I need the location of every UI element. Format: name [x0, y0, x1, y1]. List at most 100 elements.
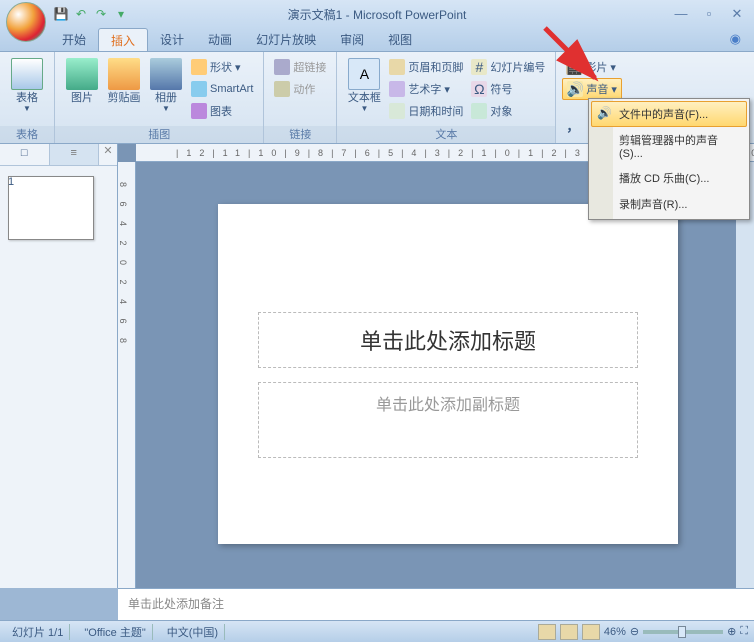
table-icon — [11, 58, 43, 90]
sound-from-file-label: 文件中的声音(F)... — [619, 109, 708, 121]
slidenum-icon: # — [471, 59, 487, 75]
status-right: 46% ⊖ ⊕ ⛶ — [538, 624, 748, 640]
shapes-icon — [191, 59, 207, 75]
hyperlink-button[interactable]: 超链接 — [270, 56, 330, 78]
wordart-button[interactable]: 艺术字 ▾ — [385, 78, 467, 100]
slide-canvas[interactable]: 单击此处添加标题 单击此处添加副标题 — [218, 204, 678, 544]
sound-dropdown: 🔊 文件中的声音(F)... 剪辑管理器中的声音(S)... 播放 CD 乐曲(C… — [588, 98, 750, 220]
symbol-icon: Ω — [471, 81, 487, 97]
redo-icon[interactable]: ↷ — [92, 5, 110, 23]
theme-name: "Office 主题" — [78, 624, 152, 640]
tab-insert[interactable]: 插入 — [98, 28, 148, 51]
title-placeholder[interactable]: 单击此处添加标题 — [258, 312, 638, 368]
picture-label: 图片 — [71, 92, 93, 104]
tab-view[interactable]: 视图 — [376, 28, 424, 51]
save-icon[interactable]: 💾 — [52, 5, 70, 23]
undo-icon[interactable]: ↶ — [72, 5, 90, 23]
textbox-label: 文本框 — [348, 92, 381, 104]
movie-button[interactable]: 🎬影片 ▾ — [562, 56, 622, 78]
symbol-label: 符号 — [490, 81, 512, 97]
sound-from-clipmanager[interactable]: 剪辑管理器中的声音(S)... — [591, 127, 747, 165]
chart-icon — [191, 103, 207, 119]
clipart-label: 剪贴画 — [108, 92, 141, 104]
close-pane-icon[interactable]: ✕ — [99, 144, 117, 165]
header-label: 页眉和页脚 — [408, 59, 463, 75]
smartart-button[interactable]: SmartArt — [187, 78, 257, 100]
chart-button[interactable]: 图表 — [187, 100, 257, 122]
fit-window-icon[interactable]: ⛶ — [740, 625, 748, 638]
minimize-button[interactable]: — — [670, 6, 692, 22]
album-label: 相册 — [155, 92, 177, 104]
object-button[interactable]: 对象 — [467, 100, 549, 122]
sound-from-file[interactable]: 🔊 文件中的声音(F)... — [591, 101, 747, 127]
normal-view-button[interactable] — [538, 624, 556, 640]
object-label: 对象 — [490, 103, 512, 119]
zoom-level[interactable]: 46% — [604, 626, 626, 638]
album-icon — [150, 58, 182, 90]
table-label: 表格 — [16, 92, 38, 104]
symbol-button[interactable]: Ω符号 — [467, 78, 549, 100]
record-sound[interactable]: 录制声音(R)... — [591, 191, 747, 217]
slidenumber-button[interactable]: #幻灯片编号 — [467, 56, 549, 78]
slideshow-view-button[interactable] — [582, 624, 600, 640]
wordart-label: 艺术字 — [408, 81, 441, 97]
textbox-button[interactable]: A文本框▼ — [343, 56, 385, 115]
wordart-icon — [389, 81, 405, 97]
help-icon[interactable]: ◉ — [727, 28, 744, 51]
datetime-button[interactable]: 日期和时间 — [385, 100, 467, 122]
thumbnail-1[interactable]: 1 — [8, 176, 109, 240]
sound-icon: 🔊 — [567, 81, 583, 97]
slidenum-label: 幻灯片编号 — [490, 59, 545, 75]
tab-slideshow[interactable]: 幻灯片放映 — [244, 28, 328, 51]
smartart-label: SmartArt — [210, 83, 253, 95]
shapes-button[interactable]: 形状 ▾ — [187, 56, 257, 78]
tab-review[interactable]: 审阅 — [328, 28, 376, 51]
date-icon — [389, 103, 405, 119]
group-label-tables: 表格 — [0, 126, 54, 143]
zoom-out-icon[interactable]: ⊖ — [630, 625, 639, 638]
outline-tab[interactable]: ≡ — [50, 144, 100, 165]
record-label: 录制声音(R)... — [619, 199, 687, 211]
textbox-icon: A — [348, 58, 380, 90]
group-label-links: 链接 — [264, 126, 336, 143]
slides-tab[interactable]: □ — [0, 144, 50, 165]
group-text: A文本框▼ 页眉和页脚 艺术字 ▾ 日期和时间 #幻灯片编号 Ω符号 对象 文本 — [337, 52, 556, 143]
punct-comma[interactable]: ， — [566, 116, 579, 135]
date-label: 日期和时间 — [408, 103, 463, 119]
tab-design[interactable]: 设计 — [148, 28, 196, 51]
close-button[interactable]: ✕ — [726, 6, 748, 22]
vertical-scrollbar[interactable] — [736, 162, 754, 588]
tab-home[interactable]: 开始 — [50, 28, 98, 51]
smartart-icon — [191, 81, 207, 97]
album-button[interactable]: 相册▼ — [145, 56, 187, 115]
subtitle-placeholder[interactable]: 单击此处添加副标题 — [258, 382, 638, 458]
status-bar: 幻灯片 1/1 "Office 主题" 中文(中国) 46% ⊖ ⊕ ⛶ — [0, 620, 754, 642]
restore-button[interactable]: ▫ — [698, 6, 720, 22]
zoom-slider[interactable] — [643, 630, 723, 634]
group-links: 超链接 动作 链接 — [264, 52, 337, 143]
action-button[interactable]: 动作 — [270, 78, 330, 100]
qat-more-icon[interactable]: ▾ — [112, 5, 130, 23]
clipart-button[interactable]: 剪贴画 — [103, 56, 145, 106]
table-button[interactable]: 表格 ▼ — [6, 56, 48, 115]
vertical-ruler: 8 6 4 2 0 2 4 6 8 — [118, 162, 136, 588]
picture-button[interactable]: 图片 — [61, 56, 103, 106]
play-cd-track[interactable]: 播放 CD 乐曲(C)... — [591, 165, 747, 191]
window-controls: — ▫ ✕ — [670, 6, 748, 22]
object-icon — [471, 103, 487, 119]
language[interactable]: 中文(中国) — [161, 624, 225, 640]
notes-pane[interactable]: 单击此处添加备注 — [118, 588, 754, 620]
header-icon — [389, 59, 405, 75]
tab-animations[interactable]: 动画 — [196, 28, 244, 51]
chart-label: 图表 — [210, 103, 232, 119]
zoom-in-icon[interactable]: ⊕ — [727, 625, 736, 638]
thumb-number: 1 — [8, 176, 14, 188]
group-label-illus: 插图 — [55, 126, 263, 143]
picture-icon — [66, 58, 98, 90]
zoom-thumb[interactable] — [678, 626, 686, 638]
sorter-view-button[interactable] — [560, 624, 578, 640]
office-button[interactable] — [6, 2, 46, 42]
header-footer-button[interactable]: 页眉和页脚 — [385, 56, 467, 78]
sound-button[interactable]: 🔊声音 ▾ — [562, 78, 622, 100]
speaker-icon: 🔊 — [597, 106, 613, 122]
